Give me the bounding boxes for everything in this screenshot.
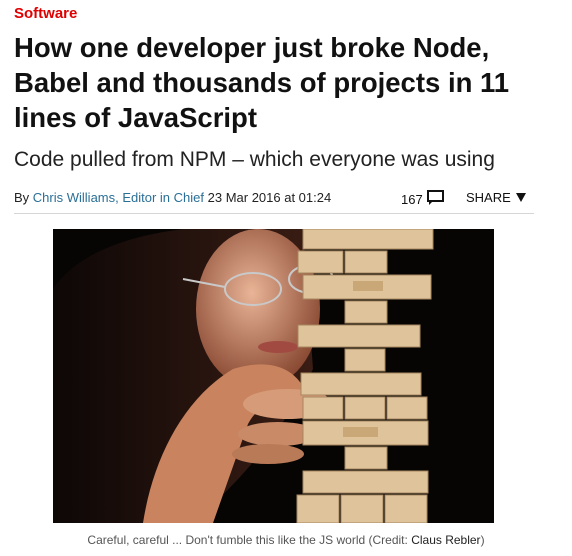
publish-date: 23 Mar 2016 at 01:24 bbox=[207, 190, 332, 205]
photo-caption: Careful, careful ... Don't fumble this l… bbox=[0, 533, 572, 547]
article-headline: How one developer just broke Node, Babel… bbox=[14, 32, 510, 133]
comment-count: 167 bbox=[401, 191, 423, 207]
comment-bubble-icon bbox=[426, 190, 444, 208]
section-link[interactable]: Software bbox=[14, 5, 77, 22]
share-label: SHARE bbox=[466, 190, 511, 205]
article-subheadline: Code pulled from NPM – which everyone wa… bbox=[14, 148, 495, 171]
triangle-down-icon bbox=[515, 190, 526, 205]
author-link[interactable]: Chris Williams, Editor in Chief bbox=[33, 190, 204, 205]
byline: By Chris Williams, Editor in Chief 23 Ma… bbox=[14, 190, 331, 205]
article-photo bbox=[53, 229, 494, 523]
photo-credit-link[interactable]: Claus Rebler bbox=[411, 533, 480, 547]
caption-end: ) bbox=[480, 533, 485, 547]
byline-prefix: By bbox=[14, 190, 30, 205]
share-button[interactable]: SHARE bbox=[466, 190, 526, 205]
divider bbox=[14, 213, 534, 214]
caption-text: Careful, careful ... Don't fumble this l… bbox=[87, 533, 408, 547]
comments-link[interactable]: 167 bbox=[401, 190, 444, 208]
